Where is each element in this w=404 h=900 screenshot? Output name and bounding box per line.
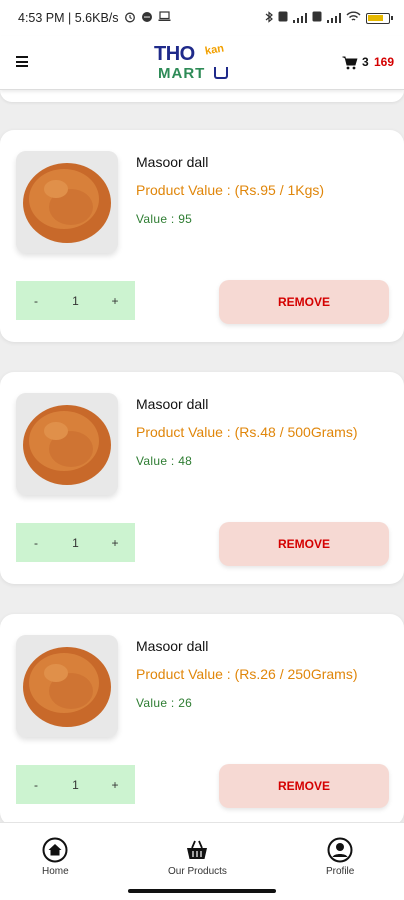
quantity-stepper: - 1 + [16,281,135,320]
logo-text-bottom: MART [158,65,206,82]
profile-icon [327,837,353,863]
quantity-stepper: - 1 + [16,523,135,562]
nav-profile-label: Profile [326,866,355,877]
logo-cart-graphic [214,67,228,79]
volte-icon-2 [312,11,322,25]
quantity-stepper: - 1 + [16,765,135,804]
product-value: Product Value : (Rs.48 / 500Grams) [136,424,358,440]
remove-button[interactable]: REMOVE [219,522,389,566]
signal-icon-sim2 [327,13,341,23]
bluetooth-icon [265,10,273,26]
product-image [16,635,118,737]
laptop-icon [158,11,171,25]
cart-count[interactable]: 3 [362,55,369,69]
cart-item-card: Masoor dall Product Value : (Rs.26 / 250… [0,614,404,826]
gesture-home-indicator[interactable] [128,889,276,893]
product-name: Masoor dall [136,154,209,170]
wifi-icon [346,11,361,25]
product-name: Masoor dall [136,638,209,654]
signal-icon-sim1 [293,13,307,23]
quantity-value: 1 [72,535,79,550]
alarm-icon [124,11,136,26]
home-icon [42,837,68,863]
status-time: 4:53 PM | 5.6KB/s [18,11,119,25]
product-line-value: Value : 95 [136,212,193,226]
increment-button[interactable]: + [95,536,135,550]
volte-icon [278,11,288,25]
decrement-button[interactable]: - [16,536,56,550]
quantity-value: 1 [72,777,79,792]
bottom-navigation: Home Our Products Profile [0,822,404,900]
product-image [16,393,118,495]
cart-total[interactable]: 169 [374,55,394,69]
cart-item-card: Masoor dall Product Value : (Rs.95 / 1Kg… [0,130,404,342]
remove-button[interactable]: REMOVE [219,280,389,324]
decrement-button[interactable]: - [16,778,56,792]
increment-button[interactable]: + [95,778,135,792]
product-line-value: Value : 26 [136,696,193,710]
nav-profile[interactable]: Profile [326,837,354,877]
status-bar: 4:53 PM | 5.6KB/s [0,0,404,36]
quantity-value: 1 [72,293,79,308]
nav-our-products-label: Our Products [168,866,227,877]
product-image [16,151,118,253]
thokan-mart-logo[interactable]: THO kan MART [150,41,246,87]
remove-button[interactable]: REMOVE [219,764,389,808]
battery-icon [366,12,393,24]
status-right [265,10,393,26]
decrement-button[interactable]: - [16,294,56,308]
product-value: Product Value : (Rs.26 / 250Grams) [136,666,358,682]
logo-text-top: THO [154,43,195,65]
product-value: Product Value : (Rs.95 / 1Kgs) [136,182,325,198]
increment-button[interactable]: + [95,294,135,308]
logo-text-tag: kan [204,42,225,58]
nav-our-products[interactable]: Our Products [168,837,227,877]
chat-icon [141,11,153,26]
nav-home[interactable]: Home [42,837,69,877]
app-header: THO kan MART 3 169 [0,36,404,90]
cart-icon[interactable] [342,56,358,75]
cart-item-card: Masoor dall Product Value : (Rs.48 / 500… [0,372,404,584]
hamburger-menu-icon[interactable] [16,56,28,67]
nav-home-label: Home [42,866,69,877]
basket-icon [187,840,208,859]
previous-card-edge [0,90,404,102]
status-left: 4:53 PM | 5.6KB/s [18,11,171,26]
product-name: Masoor dall [136,396,209,412]
product-line-value: Value : 48 [136,454,193,468]
